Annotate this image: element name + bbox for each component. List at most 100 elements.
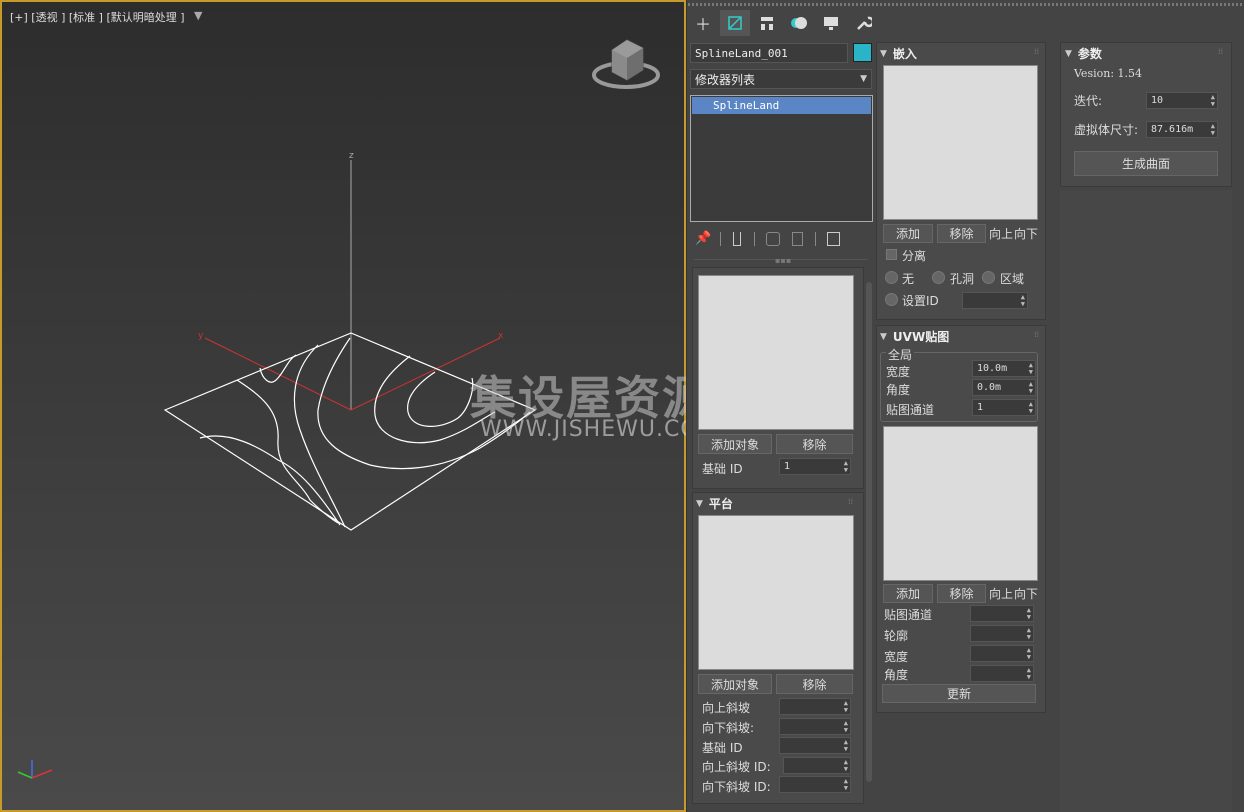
iterations-value: 10	[1151, 95, 1164, 106]
base-id-spinner[interactable]: 1 ▲ ▼	[779, 458, 851, 475]
hole-radio[interactable]	[932, 271, 945, 284]
hole-label: 孔洞	[950, 272, 975, 286]
slope-up-id-spinner[interactable]: ▲ ▼	[783, 757, 851, 774]
divider	[815, 232, 816, 246]
panel-grip	[688, 3, 1244, 6]
embed-add-button[interactable]: 添加	[883, 224, 933, 243]
uvw-angle-spinner[interactable]: 0.0m ▲ ▼	[972, 379, 1036, 396]
uvw-item-channel-spinner[interactable]: ▲ ▼	[970, 605, 1034, 622]
uvw-rollout-header[interactable]: ▼ UVW贴图	[880, 328, 949, 345]
parameters-rollout-header[interactable]: ▼ 参数	[1065, 45, 1102, 62]
iterations-spinner[interactable]: 10 ▲ ▼	[1146, 92, 1218, 109]
slope-down-label: 向下斜坡:	[702, 721, 755, 735]
uvw-width-value: 10.0m	[977, 363, 1008, 374]
delete-modifier-icon[interactable]	[792, 232, 803, 246]
modifier-stack-item[interactable]: SplineLand	[692, 97, 871, 114]
splitter-grip[interactable]: ▪▪▪	[775, 256, 791, 265]
region-label: 区域	[1000, 272, 1025, 286]
embed-title: 嵌入	[892, 47, 917, 61]
configure-sets-icon[interactable]	[827, 232, 840, 246]
create-tab-icon[interactable]: ＋	[688, 10, 718, 36]
uvw-down-button[interactable]: 向下	[1014, 584, 1038, 603]
update-button[interactable]: 更新	[882, 684, 1036, 703]
none-label: 无	[902, 272, 915, 286]
uvw-add-button[interactable]: 添加	[883, 584, 933, 603]
uvw-item-width-label: 宽度	[884, 650, 909, 664]
slope-down-spinner[interactable]: ▲ ▼	[779, 718, 851, 735]
modifier-list-dropdown[interactable]: 修改器列表 ▼	[690, 69, 872, 89]
embed-up-button[interactable]: 向上	[989, 224, 1013, 243]
modifier-stack: SplineLand	[690, 95, 873, 222]
uvw-item-angle-label: 角度	[884, 668, 909, 682]
rollout-grip[interactable]: ⁞⁞	[1218, 47, 1223, 56]
x-axis-label: x	[498, 331, 504, 341]
platform-objects-list[interactable]	[698, 515, 854, 670]
platform-base-id-spinner[interactable]: ▲ ▼	[779, 737, 851, 754]
watermark-en: WWW.JISHEWU.COM	[480, 417, 719, 442]
proxy-size-label: 虚拟体尺寸:	[1074, 123, 1139, 137]
embed-objects-list[interactable]	[883, 65, 1038, 220]
rollout-grip[interactable]: ⁞⁞	[1034, 47, 1039, 56]
chevron-down-icon: ▼	[860, 74, 867, 84]
uvw-outline-label: 轮廓	[884, 629, 909, 643]
motion-tab-icon[interactable]	[784, 10, 814, 36]
rollout-grip[interactable]: ⁞⁞	[848, 497, 853, 506]
platform-title: 平台	[708, 497, 733, 511]
slope-up-id-label: 向上斜坡 ID:	[702, 760, 771, 774]
platform-remove-button[interactable]: 移除	[776, 674, 853, 694]
uvw-up-button[interactable]: 向上	[989, 584, 1013, 603]
base-id-label: 基础 ID	[702, 462, 743, 476]
show-end-result-icon[interactable]	[733, 232, 741, 246]
panel-scrollbar[interactable]	[866, 282, 872, 782]
object-name-field[interactable]: SplineLand_001	[690, 43, 848, 63]
embed-down-button[interactable]: 向下	[1014, 224, 1038, 243]
uvw-channel-value: 1	[977, 402, 984, 413]
uvw-item-channel-label: 贴图通道	[884, 608, 933, 622]
z-axis-label: z	[349, 151, 354, 161]
proxy-size-spinner[interactable]: 87.616m ▲ ▼	[1146, 121, 1218, 138]
make-unique-icon[interactable]	[766, 232, 780, 246]
separate-label: 分离	[902, 249, 927, 263]
uvw-title: UVW贴图	[892, 330, 950, 344]
uvw-channel-spinner[interactable]: 1 ▲ ▼	[972, 399, 1036, 416]
utilities-tab-icon[interactable]	[848, 10, 878, 36]
uvw-width-spinner[interactable]: 10.0m ▲ ▼	[972, 360, 1036, 377]
set-id-spinner[interactable]: ▲ ▼	[962, 292, 1028, 309]
embed-rollout-header[interactable]: ▼ 嵌入	[880, 45, 917, 62]
platform-add-object-button[interactable]: 添加对象	[698, 674, 772, 694]
uvw-remove-button[interactable]: 移除	[937, 584, 986, 603]
proxy-size-value: 87.616m	[1151, 124, 1194, 135]
uvw-width-label: 宽度	[886, 365, 911, 379]
uvw-channel-label: 贴图通道	[886, 403, 935, 417]
spline-objects-list[interactable]	[698, 275, 854, 430]
slope-up-spinner[interactable]: ▲ ▼	[779, 698, 851, 715]
pin-stack-icon[interactable]: 📌	[695, 231, 711, 246]
empty-panel-area	[1060, 190, 1232, 812]
none-radio[interactable]	[885, 271, 898, 284]
uvw-item-angle-spinner[interactable]: ▲ ▼	[970, 665, 1034, 682]
modify-tab-icon[interactable]	[720, 10, 750, 36]
platform-rollout-header[interactable]: ▼ 平台	[696, 495, 733, 512]
version-text: Vesion: 1.54	[1074, 67, 1143, 80]
hierarchy-tab-icon[interactable]	[752, 10, 782, 36]
display-tab-icon[interactable]	[816, 10, 846, 36]
modifier-list-label: 修改器列表	[695, 72, 756, 87]
uvw-outline-spinner[interactable]: ▲ ▼	[970, 625, 1034, 642]
object-color-swatch[interactable]	[853, 43, 872, 62]
iterations-label: 迭代:	[1074, 94, 1103, 108]
axis-tripod-icon	[17, 760, 53, 779]
slope-down-id-label: 向下斜坡 ID:	[702, 780, 771, 794]
rollout-grip[interactable]: ⁞⁞	[1034, 330, 1039, 339]
add-object-button[interactable]: 添加对象	[698, 434, 772, 454]
slope-down-id-spinner[interactable]: ▲ ▼	[779, 776, 851, 793]
separate-checkbox[interactable]	[886, 249, 897, 260]
embed-remove-button[interactable]: 移除	[937, 224, 986, 243]
region-radio[interactable]	[982, 271, 995, 284]
spinner-arrows-icon[interactable]: ▲ ▼	[844, 459, 850, 474]
set-id-radio[interactable]	[885, 293, 898, 306]
uvw-item-width-spinner[interactable]: ▲ ▼	[970, 645, 1034, 662]
uvw-objects-list[interactable]	[883, 426, 1038, 581]
generate-surface-button[interactable]: 生成曲面	[1074, 151, 1218, 176]
collapse-triangle-icon: ▼	[880, 48, 887, 59]
remove-button[interactable]: 移除	[776, 434, 853, 454]
